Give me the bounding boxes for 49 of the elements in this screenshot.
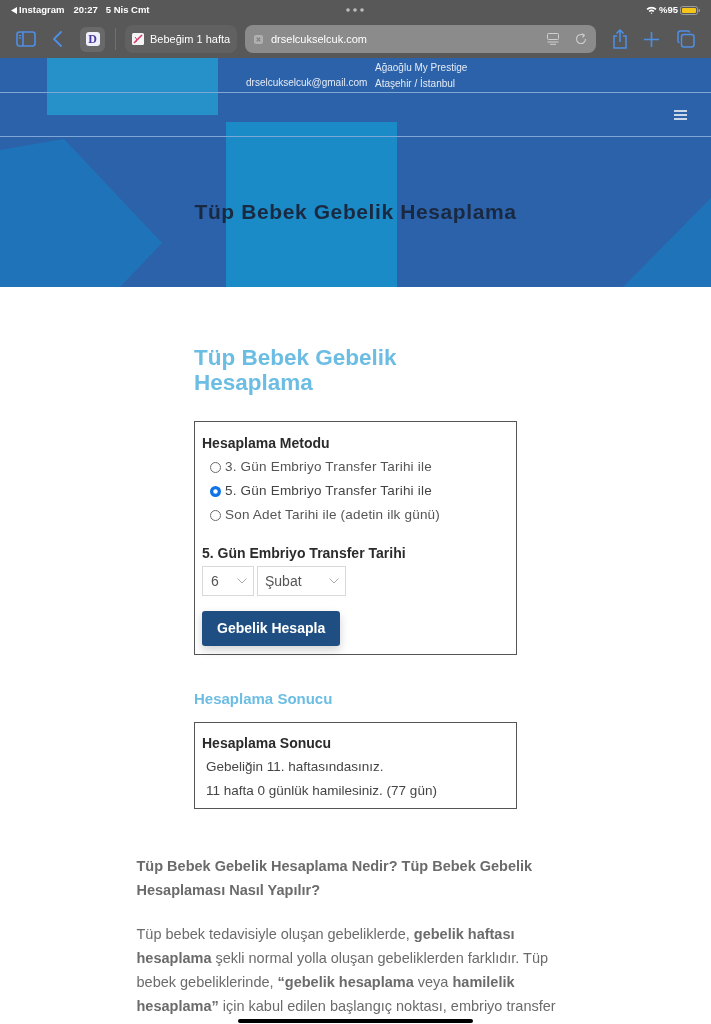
sidebar-icon[interactable] [16, 31, 36, 47]
method-label: Hesaplama Metodu [202, 434, 331, 453]
radio-label[interactable]: Son Adet Tarihi ile (adetin ilk günü) [225, 504, 441, 526]
url-text: drselcukselcuk.com [271, 31, 367, 47]
back-triangle-icon[interactable] [11, 6, 17, 14]
radio-button[interactable] [210, 509, 221, 521]
article-heading: Tüp Bebek Gebelik Hesaplama Nedir? Tüp Bebek Gebelik Hesaplaması Nasıl Yapılır? [136, 857, 534, 900]
favicon-icon [132, 33, 144, 45]
reader-icon[interactable] [547, 33, 559, 45]
radio-button[interactable] [210, 461, 221, 473]
date-label: 5. Gün Embriyo Transfer Tarihi [202, 544, 407, 563]
tabs-icon[interactable] [677, 30, 695, 48]
calculator-title: Tüp Bebek Gebelik Hesaplama [194, 345, 398, 395]
contact-email[interactable]: drselcukselcuk@gmail.com [246, 75, 375, 91]
close-icon[interactable] [254, 34, 263, 44]
article-paragraph: Tüp bebek tedavisiyle oluşan gebeliklerde, gebelik haftası hesaplama şekli normal yolla oluşan gebeliklerden farklıdır. Tüp bebek gebeliklerinde, “gebelik hesaplama veya hamilelik hesaplama” için kabul edilen başlangıç noktası, embriyo transfer [136, 925, 557, 1016]
month-select[interactable]: Şubat [257, 566, 346, 596]
result-title: Hesaplama Sonucu [202, 734, 333, 753]
month-value: Şubat [265, 571, 302, 591]
battery-icon [680, 5, 700, 15]
tab-group-logo: D [85, 32, 100, 46]
tab-title: Bebeğim 1 hafta [150, 31, 231, 47]
calculate-button[interactable]: Gebelik Hesapla [202, 611, 341, 646]
back-app-label[interactable]: Instagram [19, 2, 65, 18]
status-date: 5 Nis Cmt [105, 2, 150, 17]
day-value: 6 [211, 571, 219, 591]
back-icon[interactable] [53, 31, 62, 47]
plus-icon[interactable] [644, 31, 659, 47]
menu-icon[interactable] [674, 109, 687, 120]
address-line: Ağaoğlu My Prestige [375, 61, 468, 75]
result-heading: Hesaplama Sonucu [194, 689, 334, 709]
day-select[interactable]: 6 [202, 566, 254, 596]
radio-button[interactable] [210, 485, 221, 497]
radio-label[interactable]: 5. Gün Embriyo Transfer Tarihi ile [225, 480, 432, 502]
hero-title: Tüp Bebek Gebelik Hesaplama [194, 198, 517, 225]
more-dots-icon[interactable] [346, 8, 365, 12]
chevron-down-icon [237, 578, 247, 584]
status-time: 20:27 [73, 2, 98, 17]
result-line: 11 hafta 0 günlük hamilesiniz. (77 gün) [206, 782, 438, 800]
tab-group-button[interactable]: D [80, 26, 105, 52]
reload-icon[interactable] [575, 33, 587, 45]
share-icon[interactable] [612, 29, 628, 49]
address-line: Ataşehir / İstanbul [375, 76, 457, 91]
chevron-down-icon [329, 578, 339, 584]
radio-label[interactable]: 3. Gün Embriyo Transfer Tarihi ile [225, 456, 432, 478]
browser-tab[interactable]: Bebeğim 1 hafta [125, 25, 237, 53]
wifi-icon [646, 6, 657, 14]
battery-percent: %95 [659, 2, 678, 17]
result-line: Gebeliğin 11. haftasındasınız. [206, 758, 385, 776]
